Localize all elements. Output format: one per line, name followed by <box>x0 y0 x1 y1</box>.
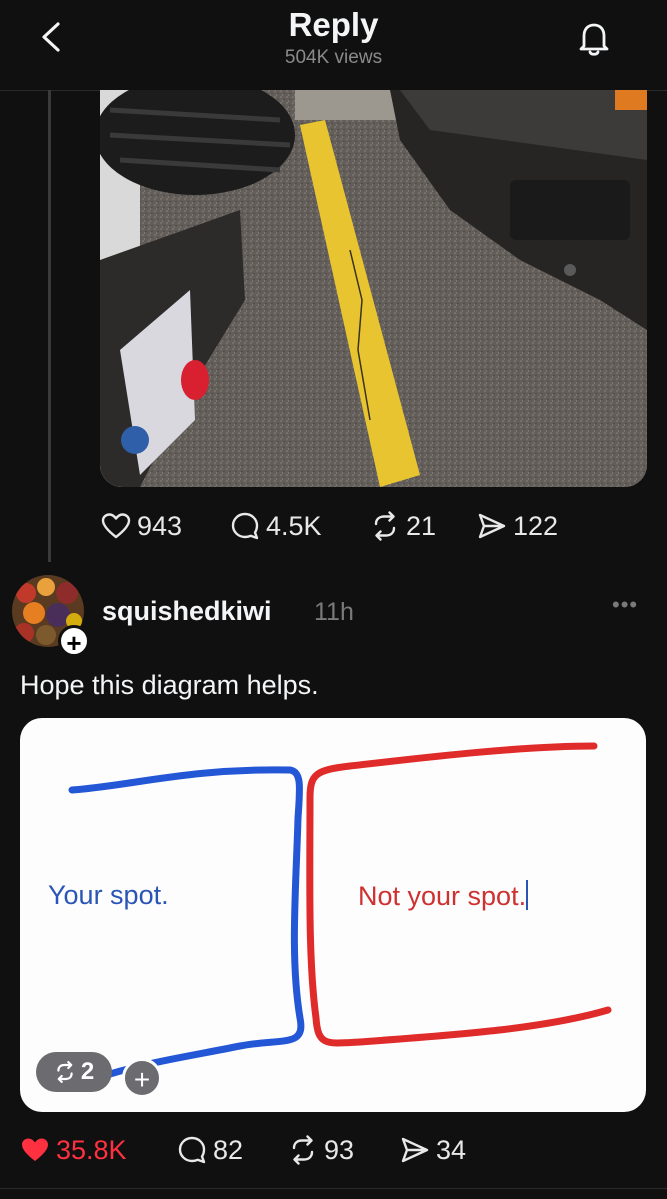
send-icon <box>401 1137 429 1163</box>
reply-count: 4.5K <box>266 510 322 541</box>
post-photo[interactable] <box>100 90 647 487</box>
not-your-spot-label: Not your spot. <box>358 880 529 911</box>
repost-button[interactable]: 21 <box>370 508 436 544</box>
top-bar: Reply 504K views <box>0 0 667 91</box>
reply-count: 82 <box>213 1134 244 1165</box>
repost-icon <box>374 511 396 541</box>
repost-count: 93 <box>324 1134 355 1165</box>
username[interactable]: squishedkiwi <box>102 596 272 627</box>
like-count: 943 <box>137 510 183 541</box>
bell-icon[interactable] <box>576 18 612 58</box>
view-count: 504K views <box>284 47 383 68</box>
repost-badge-count: 2 <box>80 1058 95 1085</box>
reply-button[interactable]: 4.5K <box>230 508 322 544</box>
reply-button[interactable]: 82 <box>177 1132 243 1168</box>
diagram-drawing <box>68 742 612 1078</box>
page-title: Reply <box>288 6 379 43</box>
repost-icon <box>292 1135 314 1165</box>
post-time: 11h <box>314 598 354 626</box>
repost-button[interactable]: 93 <box>288 1132 354 1168</box>
repost-count: 21 <box>406 510 437 541</box>
comment-icon <box>178 1136 206 1164</box>
like-button[interactable]: 943 <box>101 508 182 544</box>
post-text: Hope this diagram helps. <box>20 670 319 700</box>
repost-icon <box>57 1061 73 1083</box>
thread-line <box>48 90 51 562</box>
more-options-icon[interactable]: ••• <box>612 592 638 618</box>
send-icon <box>478 513 506 539</box>
share-button[interactable]: 122 <box>477 508 558 544</box>
like-button[interactable]: 35.8K <box>20 1132 127 1168</box>
heart-icon <box>101 513 131 539</box>
your-spot-label: Your spot. <box>48 880 169 910</box>
share-count: 122 <box>513 510 559 541</box>
add-plus-icon[interactable]: + <box>122 1058 162 1098</box>
comment-icon <box>231 512 259 540</box>
diagram-image[interactable]: Your spot. Not your spot. 2 + <box>20 718 646 1112</box>
parking-photo-illustration <box>100 90 647 487</box>
like-count: 35.8K <box>56 1134 127 1165</box>
follow-plus-icon[interactable]: + <box>58 625 90 658</box>
share-button[interactable]: 34 <box>400 1132 466 1168</box>
divider <box>0 1188 667 1189</box>
heart-filled-icon <box>22 1138 48 1161</box>
share-count: 34 <box>436 1134 467 1165</box>
repost-badge[interactable]: 2 <box>36 1052 112 1092</box>
